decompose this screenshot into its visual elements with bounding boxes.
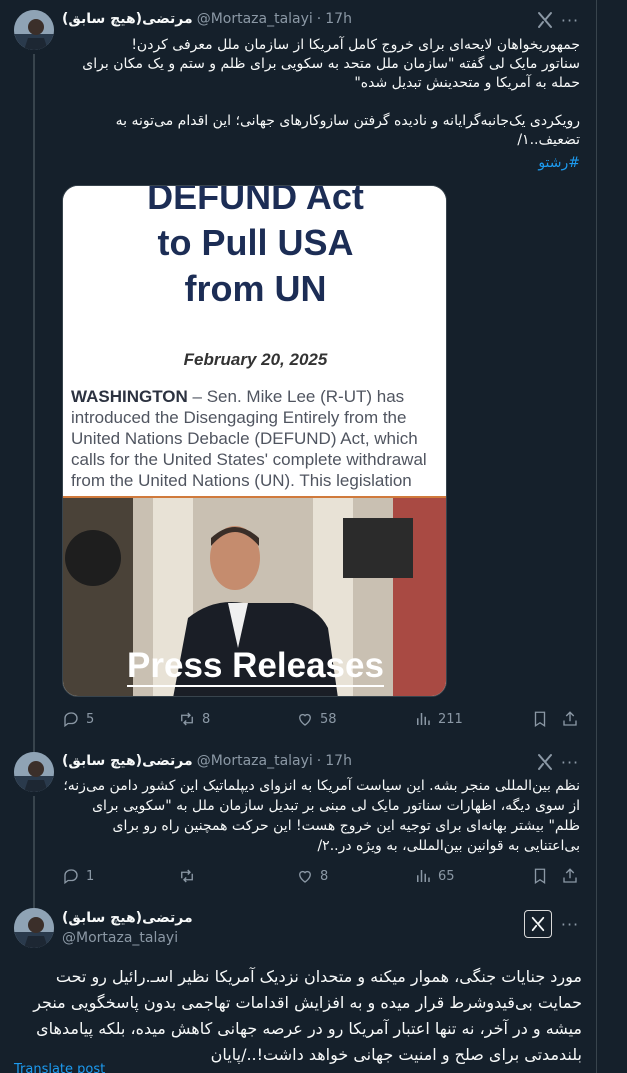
author-handle[interactable]: @Mortaza_talayi bbox=[197, 753, 313, 769]
bookmark-icon bbox=[534, 868, 546, 885]
repost-button[interactable] bbox=[178, 866, 202, 886]
thread-line bbox=[33, 900, 35, 908]
reply-icon bbox=[64, 712, 78, 728]
action-bar: 5 8 58 211 bbox=[62, 709, 582, 729]
grok-icon[interactable] bbox=[524, 910, 552, 938]
avatar[interactable] bbox=[14, 752, 54, 792]
post-text: نظم بین‌المللی منجر بشه. این سیاست آمریک… bbox=[63, 778, 580, 854]
press-caption: Press Releases bbox=[127, 646, 384, 687]
reply-button[interactable]: 1 bbox=[62, 866, 94, 886]
post-text: مورد جنایات جنگی، هموار میکنه و متحدان ن… bbox=[33, 967, 582, 1064]
author-name[interactable]: مرتضی(هیچ سابق) bbox=[62, 753, 193, 769]
repost-icon bbox=[181, 712, 193, 726]
post-2[interactable]: مرتضی(هیچ سابق) @Mortaza_talayi · 17h ··… bbox=[0, 748, 596, 900]
share-button[interactable] bbox=[561, 866, 579, 886]
views-icon bbox=[417, 870, 430, 882]
share-icon bbox=[563, 868, 577, 883]
views-count: 65 bbox=[438, 868, 455, 884]
avatar[interactable] bbox=[14, 10, 54, 50]
doc-title-line-1: DEFUND Act bbox=[147, 185, 364, 217]
repost-count: 8 bbox=[202, 711, 211, 727]
bookmark-button[interactable] bbox=[531, 866, 549, 886]
separator-dot: · bbox=[316, 11, 322, 27]
reply-count: 5 bbox=[86, 711, 95, 727]
separator-dot: · bbox=[316, 753, 322, 769]
more-icon[interactable]: ··· bbox=[560, 752, 580, 772]
bookmark-button[interactable] bbox=[531, 709, 549, 729]
author-name[interactable]: مرتضی(هیچ سابق) bbox=[62, 910, 193, 926]
post-header: مرتضی(هیچ سابق) bbox=[62, 908, 193, 928]
document-image: DEFUND Act to Pull USA from UN February … bbox=[63, 185, 446, 498]
doc-date: February 20, 2025 bbox=[183, 350, 328, 369]
post-3[interactable]: مرتضی(هیچ سابق) @Mortaza_talayi ··· مورد… bbox=[0, 900, 596, 1073]
translate-post-link[interactable]: Translate post bbox=[14, 1062, 105, 1073]
author-handle[interactable]: @Mortaza_talayi bbox=[62, 930, 178, 946]
author-name[interactable]: مرتضی(هیچ سابق) bbox=[62, 11, 193, 27]
views-count: 211 bbox=[438, 711, 463, 727]
repost-button[interactable]: 8 bbox=[178, 709, 210, 729]
column-border bbox=[596, 0, 597, 1073]
post-1[interactable]: مرتضی(هیچ سابق) @Mortaza_talayi · 17h ··… bbox=[0, 0, 596, 748]
repost-icon bbox=[181, 869, 193, 883]
share-icon bbox=[563, 711, 577, 726]
like-count: 58 bbox=[320, 711, 337, 727]
more-icon[interactable]: ··· bbox=[560, 914, 580, 934]
grok-icon[interactable] bbox=[534, 751, 556, 773]
thread-line bbox=[33, 796, 35, 900]
author-handle[interactable]: @Mortaza_talayi bbox=[197, 11, 313, 27]
bookmark-icon bbox=[534, 711, 546, 728]
views-icon bbox=[417, 713, 430, 725]
hashtag-link[interactable]: #رشتو bbox=[62, 154, 580, 173]
reply-button[interactable]: 5 bbox=[62, 709, 94, 729]
doc-dateline: WASHINGTON bbox=[71, 387, 188, 406]
thread-line bbox=[33, 54, 35, 748]
action-bar: 1 8 65 bbox=[62, 866, 582, 886]
views-button[interactable]: 211 bbox=[414, 709, 463, 729]
post-header: مرتضی(هیچ سابق) @Mortaza_talayi · 17h bbox=[62, 9, 352, 29]
like-count: 8 bbox=[320, 868, 329, 884]
post-image[interactable]: DEFUND Act to Pull USA from UN February … bbox=[62, 185, 447, 697]
post-text: جمهوریخواهان لایحه‌ای برای خروج کامل آمر… bbox=[82, 37, 580, 148]
like-button[interactable]: 58 bbox=[296, 709, 337, 729]
post-header: مرتضی(هیچ سابق) @Mortaza_talayi · 17h bbox=[62, 751, 352, 771]
reply-icon bbox=[64, 869, 78, 885]
doc-title-line-2: to Pull USA bbox=[157, 222, 354, 263]
reply-count: 1 bbox=[86, 868, 95, 884]
doc-body: WASHINGTON – Sen. Mike Lee (R-UT) has in… bbox=[71, 386, 446, 491]
like-button[interactable]: 8 bbox=[296, 866, 328, 886]
like-icon bbox=[299, 713, 311, 726]
senator-photo: Press Releases bbox=[63, 498, 446, 696]
doc-title-line-3: from UN bbox=[184, 268, 327, 309]
post-time[interactable]: 17h bbox=[325, 11, 352, 27]
share-button[interactable] bbox=[561, 709, 579, 729]
more-icon[interactable]: ··· bbox=[560, 10, 580, 30]
avatar[interactable] bbox=[14, 908, 54, 948]
views-button[interactable]: 65 bbox=[414, 866, 455, 886]
grok-icon[interactable] bbox=[534, 9, 556, 31]
post-time[interactable]: 17h bbox=[325, 753, 352, 769]
like-icon bbox=[299, 870, 311, 883]
